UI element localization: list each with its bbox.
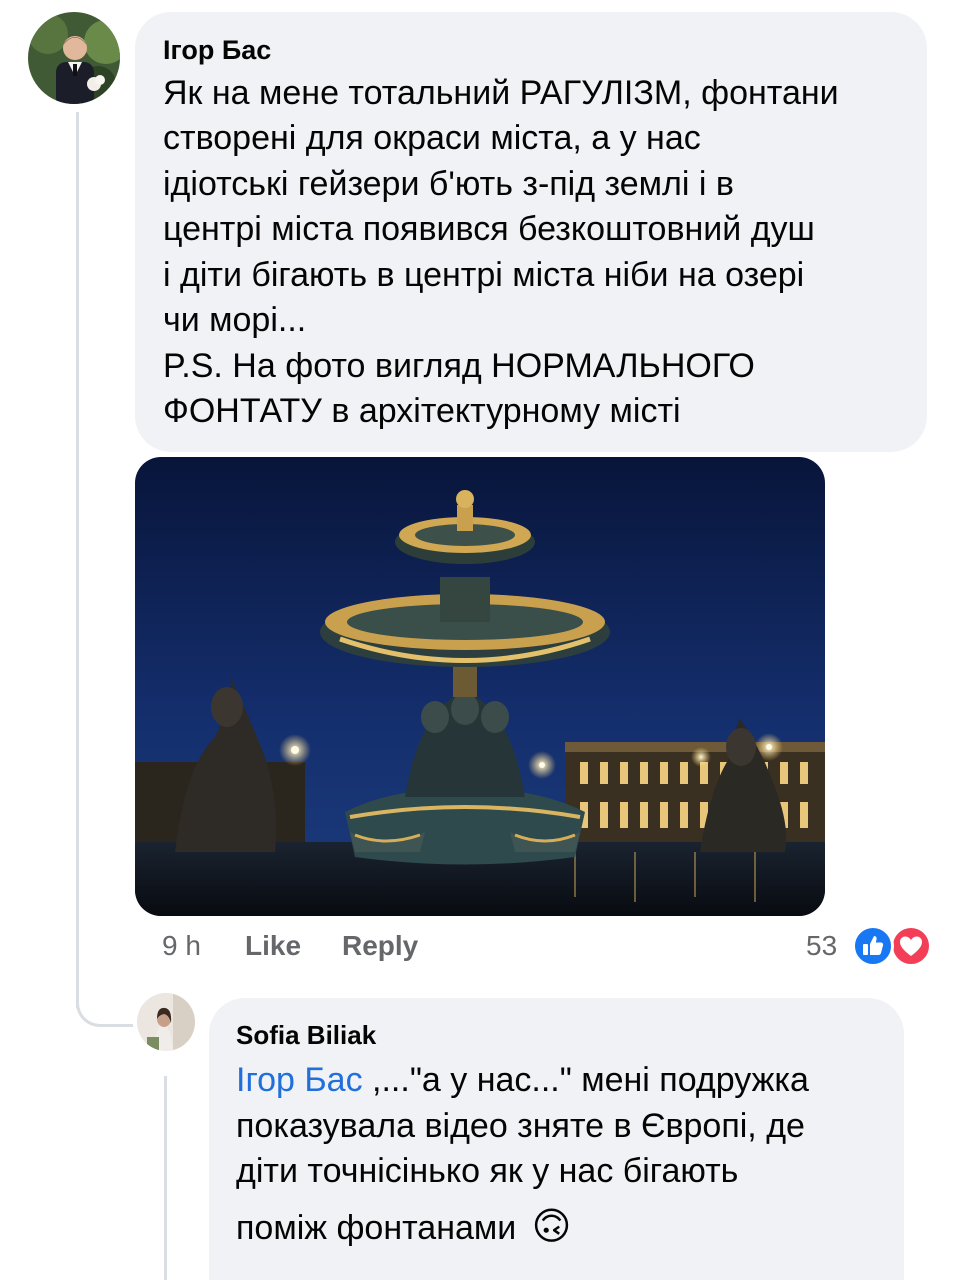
comment-author[interactable]: Ігор Бас [163, 35, 271, 66]
reply-line-text: поміж фонтанами [236, 1209, 517, 1247]
reply-line: Ігор Бас ,..."а у нас..." мені подружка [236, 1058, 809, 1104]
reply-avatar[interactable] [137, 993, 195, 1051]
comment-line: чи морі... [163, 301, 307, 339]
reply-button[interactable]: Reply [342, 930, 418, 962]
comment-line: P.S. На фото вигляд НОРМАЛЬНОГО [163, 347, 755, 385]
reactions-count: 53 [806, 930, 838, 961]
comment-line: створені для окраси міста, а у нас [163, 119, 701, 157]
reply-line: діти точнісінько як у нас бігають [236, 1152, 739, 1190]
love-icon [890, 925, 932, 967]
comment-line: ФОНТАТУ в архітектурному місті [163, 392, 681, 430]
reply-author[interactable]: Sofia Biliak [236, 1020, 376, 1051]
comment-photo[interactable] [135, 457, 825, 916]
thread-line-elbow [76, 990, 133, 1027]
comment-line: Як на мене тотальний РАГУЛІЗМ, фонтани [163, 74, 839, 112]
reply-line: поміж фонтанами 🙃 [236, 1205, 571, 1252]
thread-line-main [76, 112, 79, 1008]
mention-link[interactable]: Ігор Бас [236, 1061, 363, 1099]
thread-line-reply [164, 1076, 167, 1280]
reply-line: показувала відео зняте в Європі, де [236, 1107, 805, 1145]
upside-down-face-emoji: 🙃 [531, 1206, 572, 1248]
reply-avatar-photo [137, 993, 195, 1051]
comment-line: і діти бігають в центрі міста ніби на оз… [163, 256, 805, 294]
comment-time[interactable]: 9 h [162, 930, 201, 962]
fountain-photo [135, 457, 825, 916]
avatar-photo [28, 12, 120, 104]
comment-line: ідіотські гейзери б'ють з-під землі і в [163, 165, 734, 203]
reply-line-text: ,..."а у нас..." мені подружка [362, 1061, 809, 1099]
comment-line: центрі міста появився безкоштовний душ [163, 210, 815, 248]
avatar[interactable] [28, 12, 120, 104]
like-button[interactable]: Like [245, 930, 301, 962]
like-icon [852, 925, 894, 967]
